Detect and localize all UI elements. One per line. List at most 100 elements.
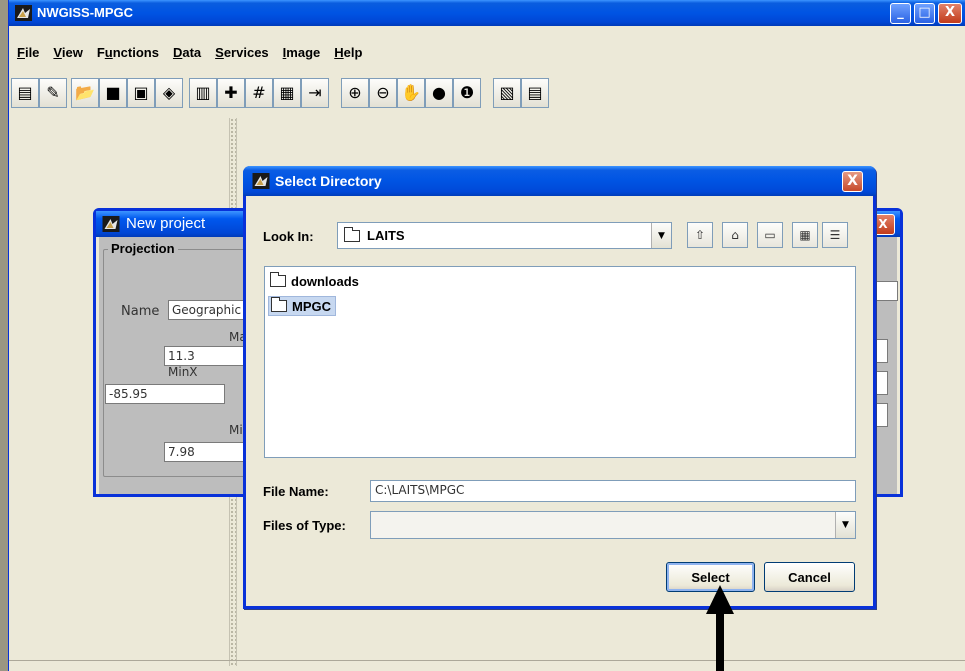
cancel-button[interactable]: Cancel <box>764 562 855 592</box>
crop-button[interactable]: # <box>245 78 273 108</box>
toolbar: ▤ ✎ 📂 ■ ▣ ◈ ▥ ✚ # ▦ ⇥ ⊕ ⊖ ✋ ● ❶ ▧ ▤ <box>9 78 965 114</box>
close-button[interactable]: X <box>938 3 962 24</box>
window-title: NWGISS-MPGC <box>37 5 134 20</box>
name-label: Name <box>121 304 160 319</box>
minimize-icon: _ <box>897 5 904 20</box>
info-icon: ❶ <box>459 83 475 102</box>
look-in-value: LAITS <box>367 228 405 243</box>
maximize-button[interactable]: □ <box>914 3 935 24</box>
right-input-field[interactable] <box>876 371 888 395</box>
minimize-button[interactable]: _ <box>890 3 911 24</box>
save-all-icon: ▣ <box>133 83 149 102</box>
open-project-icon: ✎ <box>46 83 60 102</box>
minx-label: MinX <box>168 365 198 379</box>
layers-button[interactable]: ▧ <box>493 78 521 108</box>
folder-icon <box>270 272 286 287</box>
file-name-field[interactable]: C:\LAITS\MPGC <box>370 480 856 502</box>
menu-label-part: F <box>96 45 105 60</box>
open-project-button[interactable]: ✎ <box>39 78 67 108</box>
pan-hand-button[interactable]: ✋ <box>397 78 425 108</box>
export-button[interactable]: ⇥ <box>301 78 329 108</box>
chevron-down-icon[interactable]: ▼ <box>835 512 855 538</box>
annotation-arrow-icon <box>706 585 734 671</box>
details-view-button[interactable]: ☰ <box>822 222 848 248</box>
files-of-type-dropdown[interactable]: ▼ <box>370 511 856 539</box>
projection-group-title: Projection <box>108 241 178 256</box>
open-folder-button[interactable]: 📂 <box>71 78 99 108</box>
zoom-in-button[interactable]: ⊕ <box>341 78 369 108</box>
miny-label: Mi <box>229 423 243 437</box>
look-in-dropdown[interactable]: LAITS ▼ <box>337 222 672 249</box>
chevron-down-icon[interactable]: ▼ <box>651 223 671 248</box>
menu-mnemonic: S <box>215 45 224 60</box>
document-button[interactable]: ▤ <box>521 78 549 108</box>
right-input-field[interactable] <box>876 281 898 301</box>
new-project-title: New project <box>126 215 206 232</box>
save-icon: ■ <box>105 83 121 102</box>
document-icon: ▤ <box>527 83 543 102</box>
globe-icon: ● <box>432 83 446 102</box>
home-button[interactable]: ⌂ <box>722 222 748 248</box>
folder-icon <box>271 297 287 312</box>
eraser-icon: ◈ <box>162 83 176 102</box>
notepad-icon: ▥ <box>195 83 211 102</box>
list-item[interactable]: downloads <box>268 271 363 291</box>
add-layer-button[interactable]: ✚ <box>217 78 245 108</box>
select-directory-title-bar[interactable]: Select Directory X <box>243 166 876 196</box>
menu-label-part: iew <box>61 45 83 60</box>
menu-bar: File View Functions Data Services Image Help <box>9 45 362 69</box>
new-folder-icon: ▭ <box>764 228 776 242</box>
files-of-type-value <box>371 512 835 538</box>
grid-button[interactable]: ▦ <box>273 78 301 108</box>
add-layer-icon: ✚ <box>224 83 238 102</box>
close-icon: X <box>847 173 858 189</box>
menu-item[interactable]: Services <box>215 45 269 69</box>
menu-item[interactable]: Data <box>173 45 201 69</box>
look-in-label: Look In: <box>263 229 314 244</box>
folder-name: downloads <box>291 273 359 289</box>
menu-item[interactable]: File <box>17 45 39 69</box>
globe-button[interactable]: ● <box>425 78 453 108</box>
file-name-label: File Name: <box>263 484 329 499</box>
menu-item[interactable]: View <box>53 45 82 69</box>
menu-mnemonic: V <box>53 45 62 60</box>
menu-label-part: elp <box>343 45 363 60</box>
menu-item[interactable]: Functions <box>97 45 159 69</box>
menu-label-part: nctions <box>112 45 159 60</box>
menu-label-part: ile <box>24 45 40 60</box>
zoom-out-button[interactable]: ⊖ <box>369 78 397 108</box>
menu-label-part: ata <box>182 45 202 60</box>
open-folder-icon: 📂 <box>75 83 95 102</box>
folder-name: MPGC <box>292 298 331 314</box>
details-view-icon: ☰ <box>829 228 841 242</box>
menu-item[interactable]: Image <box>283 45 321 69</box>
right-input-field[interactable] <box>876 339 888 363</box>
menu-item[interactable]: Help <box>334 45 362 69</box>
menu-mnemonic: D <box>172 45 183 60</box>
folder-list[interactable]: downloads MPGC <box>264 266 856 458</box>
app-logo-icon <box>252 173 270 189</box>
menu-mnemonic: u <box>104 45 113 60</box>
notepad-button[interactable]: ▥ <box>189 78 217 108</box>
app-logo-icon <box>102 216 120 232</box>
folder-icon <box>344 226 360 242</box>
export-icon: ⇥ <box>308 83 322 102</box>
info-button[interactable]: ❶ <box>453 78 481 108</box>
files-of-type-label: Files of Type: <box>263 518 346 533</box>
zoom-out-icon: ⊖ <box>376 83 390 102</box>
minx-field[interactable]: -85.95 <box>105 384 225 404</box>
list-item-selected[interactable]: MPGC <box>268 296 336 316</box>
new-project-button[interactable]: ▤ <box>11 78 39 108</box>
list-view-button[interactable]: ▦ <box>792 222 818 248</box>
select-directory-close-button[interactable]: X <box>842 171 863 192</box>
zoom-in-icon: ⊕ <box>348 83 362 102</box>
save-button[interactable]: ■ <box>99 78 127 108</box>
maximize-icon: □ <box>918 5 931 20</box>
main-title-bar[interactable]: NWGISS-MPGC _ □ X <box>9 0 965 26</box>
eraser-button[interactable]: ◈ <box>155 78 183 108</box>
up-one-level-button[interactable]: ⇧ <box>687 222 713 248</box>
save-all-button[interactable]: ▣ <box>127 78 155 108</box>
new-folder-button[interactable]: ▭ <box>757 222 783 248</box>
close-icon: X <box>878 217 888 231</box>
right-input-field[interactable] <box>876 403 888 427</box>
